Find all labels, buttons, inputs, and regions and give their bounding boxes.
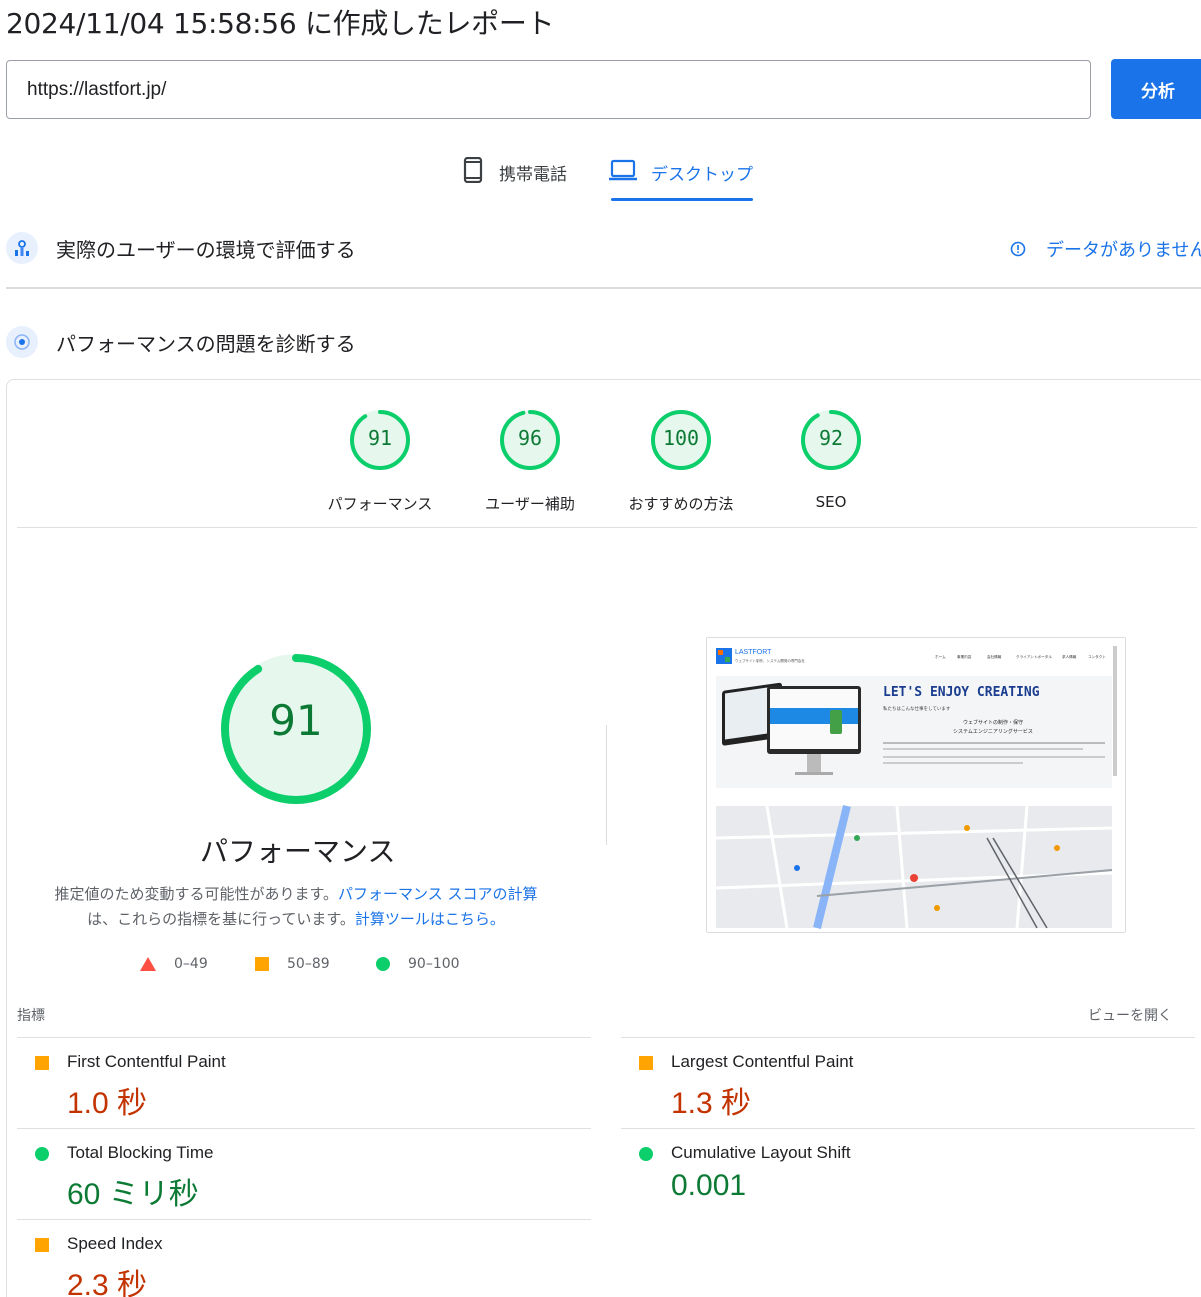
analyze-button[interactable]: 分析	[1111, 59, 1201, 119]
expand-view-toggle[interactable]: ビューを開く	[1088, 1005, 1172, 1025]
legend-fail: 0–49	[140, 956, 208, 972]
performance-label: パフォーマンス	[327, 495, 433, 513]
section-divider	[6, 287, 1201, 289]
average-square-icon	[35, 1056, 49, 1070]
category-best-practices[interactable]: 100 おすすめの方法	[621, 409, 741, 514]
field-data-header: 実際のユーザーの環境で評価する	[6, 232, 356, 264]
fail-triangle-icon	[140, 957, 156, 971]
metric-cls-value: 0.001	[671, 1169, 747, 1202]
field-data-title: 実際のユーザーの環境で評価する	[56, 237, 356, 262]
tab-mobile-label: 携帯電話	[499, 165, 567, 185]
pass-circle-icon	[376, 957, 390, 971]
performance-description: 推定値のため変動する可能性があります。パフォーマンス スコアの計算 は、これらの…	[40, 882, 552, 932]
metric-fcp-value: 1.0 秒	[67, 1087, 148, 1120]
shot-nav-2: 会社情報	[987, 654, 1002, 659]
report-title: 2024/11/04 15:58:56 に作成したレポート	[6, 7, 555, 40]
metric-tbt-value: 60 ミリ秒	[67, 1178, 199, 1211]
metric-tbt: Total Blocking Time 60 ミリ秒	[17, 1128, 591, 1219]
pass-circle-icon	[35, 1147, 49, 1161]
shot-nav-5: コンタクト	[1088, 654, 1106, 659]
legend-pass: 90–100	[376, 956, 460, 972]
tab-mobile[interactable]: 携帯電話	[461, 150, 567, 202]
metric-lcp-value: 1.3 秒	[671, 1087, 752, 1120]
metric-fcp-name: First Contentful Paint	[67, 1052, 226, 1071]
seo-score: 92	[818, 426, 844, 450]
vertical-divider	[606, 725, 607, 845]
best-practices-score: 100	[662, 426, 700, 450]
desc-text-1: 推定値のため変動する可能性があります。	[54, 885, 339, 903]
field-data-icon	[6, 232, 38, 264]
shot-nav-4: 求人情報	[1062, 654, 1077, 659]
accessibility-score: 96	[517, 426, 543, 450]
metric-lcp: Largest Contentful Paint 1.3 秒	[621, 1037, 1195, 1128]
pass-circle-icon	[639, 1147, 653, 1161]
metric-tbt-name: Total Blocking Time	[67, 1143, 214, 1162]
shot-nav-1: 事業内容	[957, 654, 972, 659]
legend-average-range: 50–89	[287, 956, 330, 972]
legend-average: 50–89	[255, 956, 330, 972]
accessibility-label: ユーザー補助	[485, 495, 575, 513]
url-input[interactable]	[6, 60, 1091, 119]
shot-tagline: ウェブサイト制作、システム開発の専門会社	[735, 658, 805, 663]
shot-service-1: ウェブサイトの制作・保守	[963, 719, 1023, 726]
performance-big-label: パフォーマンス	[200, 835, 396, 868]
tab-desktop[interactable]: デスクトップ	[609, 150, 753, 202]
shot-service-2: システムエンジニアリングサービス	[953, 728, 1033, 735]
category-seo[interactable]: 92 SEO	[771, 409, 891, 511]
laptop-icon	[609, 159, 637, 181]
category-performance[interactable]: 91 パフォーマンス	[320, 409, 440, 514]
info-icon	[1010, 241, 1026, 257]
average-square-icon	[35, 1238, 49, 1252]
metric-lcp-name: Largest Contentful Paint	[671, 1052, 854, 1071]
performance-big-score: 91	[269, 696, 323, 745]
metric-fcp: First Contentful Paint 1.0 秒	[17, 1037, 591, 1128]
seo-label: SEO	[815, 493, 847, 511]
metric-si-value: 2.3 秒	[67, 1269, 148, 1297]
desc-text-2: は、これらの指標を基に行っています。	[87, 910, 355, 928]
lab-data-icon	[6, 326, 38, 358]
diagnose-title: パフォーマンスの問題を診断する	[56, 331, 356, 356]
average-square-icon	[255, 957, 269, 971]
tab-desktop-label: デスクトップ	[651, 165, 753, 185]
legend-fail-range: 0–49	[174, 956, 208, 972]
phone-icon	[463, 157, 483, 183]
average-square-icon	[639, 1056, 653, 1070]
metric-cls-name: Cumulative Layout Shift	[671, 1143, 851, 1162]
category-divider	[17, 527, 1197, 528]
category-accessibility[interactable]: 96 ユーザー補助	[470, 409, 590, 514]
metric-si: Speed Index 2.3 秒	[17, 1219, 591, 1297]
legend-pass-range: 90–100	[408, 956, 460, 972]
metric-cls: Cumulative Layout Shift 0.001	[621, 1128, 1195, 1219]
performance-score: 91	[367, 426, 393, 450]
shot-sub: 私たちはこんな仕事をしています	[883, 705, 951, 712]
shot-headline: LET'S ENJOY CREATING	[883, 685, 1040, 700]
final-screenshot[interactable]: LASTFORT ウェブサイト制作、システム開発の専門会社 ホーム 事業内容 会…	[706, 637, 1126, 933]
shot-nav-3: クライアントポータル	[1016, 654, 1052, 659]
best-practices-label: おすすめの方法	[628, 495, 734, 513]
no-data-notice: データがありません	[1010, 236, 1201, 262]
calculator-link[interactable]: 計算ツールはこちら。	[355, 910, 505, 928]
screenshot-image: LASTFORT ウェブサイト制作、システム開発の専門会社 ホーム 事業内容 会…	[707, 638, 1125, 932]
no-data-label: データがありません	[1046, 240, 1201, 261]
metrics-heading: 指標	[17, 1008, 45, 1024]
metric-si-name: Speed Index	[67, 1234, 163, 1253]
score-calc-link[interactable]: パフォーマンス スコアの計算	[338, 885, 537, 903]
shot-nav-0: ホーム	[935, 654, 946, 659]
shot-brand: LASTFORT	[735, 649, 772, 656]
diagnose-header: パフォーマンスの問題を診断する	[6, 326, 356, 358]
